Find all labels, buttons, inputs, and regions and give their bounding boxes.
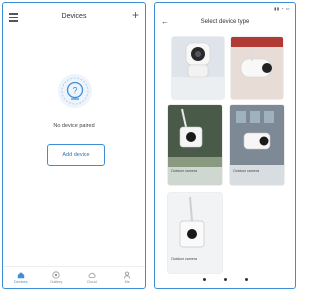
- tab-label: Cloud: [86, 280, 97, 284]
- status-bar: ▮▮ ◔ ▭: [155, 6, 295, 12]
- tab-cloud[interactable]: Cloud: [74, 267, 110, 288]
- select-device-header: ← Select device type: [155, 17, 295, 31]
- device-card-mini-bullet[interactable]: [231, 37, 283, 99]
- tab-me[interactable]: Me: [110, 267, 146, 288]
- outdoor-camera-image: [168, 105, 222, 185]
- add-device-button[interactable]: Add device: [47, 144, 105, 166]
- device-card-outdoor-1[interactable]: Outdoor camera: [168, 105, 222, 185]
- navigation-bar: [155, 278, 295, 281]
- cloud-icon: [88, 272, 96, 278]
- tab-label: Devices: [13, 280, 28, 284]
- home-icon: [17, 272, 24, 279]
- device-name: Outdoor camera: [233, 169, 259, 173]
- device-card-outdoor-2[interactable]: Outdoor camera: [230, 105, 284, 185]
- nav-dot[interactable]: [202, 278, 206, 281]
- page-title: Select device type: [200, 19, 250, 25]
- device-name: Outdoor camera: [171, 169, 197, 173]
- user-icon: [124, 271, 131, 279]
- tab-label: Gallery: [50, 280, 63, 284]
- devices-screen: Devices + ? No device paired Add device …: [2, 2, 146, 289]
- bottom-tab-bar: Devices Gallery Cloud Me: [3, 266, 145, 288]
- devices-header: Devices +: [3, 3, 145, 33]
- nav-dot[interactable]: [223, 278, 227, 281]
- device-name: Outdoor camera: [171, 257, 197, 261]
- tab-gallery[interactable]: Gallery: [39, 267, 75, 288]
- device-card-indoor-ptz[interactable]: [172, 37, 224, 99]
- status-icons: ▮▮ ◔ ▭: [274, 6, 290, 11]
- plus-icon[interactable]: +: [132, 9, 139, 21]
- gallery-icon: [52, 271, 60, 279]
- device-card-outdoor-3[interactable]: Outdoor camera: [168, 193, 222, 273]
- select-device-type-screen: ▮▮ ◔ ▭ ← Select device type Outdoor came…: [154, 2, 296, 289]
- svg-text:?: ?: [72, 86, 77, 96]
- camera-question-icon: ?: [58, 74, 92, 108]
- tab-label: Me: [124, 280, 130, 284]
- outdoor-camera-image: [168, 193, 222, 273]
- nav-dot[interactable]: [244, 278, 248, 281]
- indoor-camera-image: [172, 37, 224, 99]
- page-title: Devices: [61, 13, 87, 20]
- outdoor-camera-image: [230, 105, 284, 185]
- bullet-camera-image: [231, 37, 283, 99]
- empty-state-message: No device paired: [53, 123, 95, 129]
- tab-devices[interactable]: Devices: [3, 267, 39, 288]
